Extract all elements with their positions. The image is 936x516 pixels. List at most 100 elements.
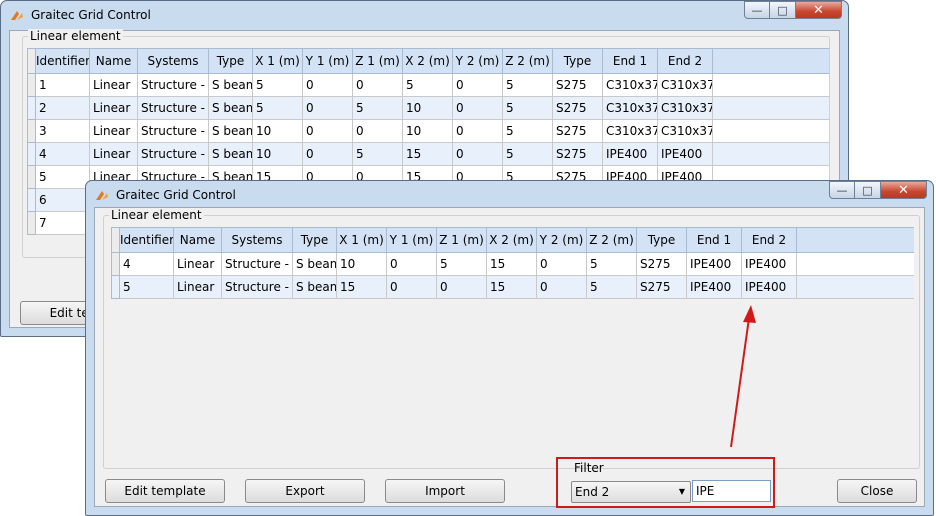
table-cell[interactable]: 0 — [452, 142, 503, 166]
column-header[interactable]: Y 1 (m) — [302, 48, 353, 74]
table-cell[interactable]: IPE400 — [686, 252, 742, 276]
table-cell[interactable]: S275 — [552, 142, 603, 166]
row-header[interactable] — [27, 211, 36, 235]
table-cell[interactable]: Structure - 0 — [221, 275, 293, 299]
close-window-button[interactable]: ✕ — [881, 181, 927, 199]
column-header[interactable]: Z 1 (m) — [352, 48, 403, 74]
table-cell[interactable]: 0 — [352, 119, 403, 143]
table-cell[interactable]: 0 — [352, 73, 403, 97]
column-header[interactable]: Z 2 (m) — [586, 227, 637, 253]
import-button[interactable]: Import — [385, 479, 505, 503]
column-header[interactable]: Type — [292, 227, 337, 253]
table-cell[interactable]: 0 — [386, 275, 437, 299]
table-cell[interactable]: 5 — [35, 165, 90, 189]
maximize-button[interactable]: □ — [770, 1, 796, 19]
table-cell[interactable]: S beam — [208, 73, 253, 97]
table-cell[interactable]: 0 — [452, 119, 503, 143]
table-cell[interactable]: C310x37 — [657, 119, 713, 143]
column-header[interactable]: Type — [636, 227, 687, 253]
column-header[interactable]: Identifier — [119, 227, 174, 253]
column-header[interactable]: Systems — [137, 48, 209, 74]
table-cell[interactable]: 5 — [586, 275, 637, 299]
column-header[interactable]: End 1 — [686, 227, 742, 253]
column-header[interactable]: Y 2 (m) — [452, 48, 503, 74]
column-header[interactable]: X 2 (m) — [486, 227, 537, 253]
column-header[interactable]: Y 1 (m) — [386, 227, 437, 253]
table-row[interactable]: 4LinearStructure - 0S beam10051505S275IP… — [27, 142, 829, 166]
table-cell[interactable]: 5 — [502, 142, 553, 166]
table-cell[interactable]: 15 — [336, 275, 387, 299]
table-cell[interactable]: 0 — [452, 96, 503, 120]
table-cell[interactable]: IPE400 — [741, 252, 797, 276]
column-header[interactable]: Name — [89, 48, 138, 74]
table-cell[interactable]: C310x37 — [602, 119, 658, 143]
table-cell[interactable]: S275 — [636, 275, 687, 299]
table-cell[interactable]: 0 — [452, 73, 503, 97]
column-header[interactable]: Z 2 (m) — [502, 48, 553, 74]
table-cell[interactable]: 7 — [35, 211, 90, 235]
table-cell[interactable]: 5 — [502, 73, 553, 97]
table-cell[interactable]: IPE400 — [657, 142, 713, 166]
column-header[interactable]: Identifier — [35, 48, 90, 74]
table-cell[interactable]: S beam — [208, 119, 253, 143]
edit-template-button[interactable]: Edit template — [105, 479, 225, 503]
table-cell[interactable]: S275 — [552, 119, 603, 143]
table-cell[interactable]: 0 — [536, 275, 587, 299]
table-cell[interactable]: Linear — [173, 275, 222, 299]
table-cell[interactable]: Structure - 0 — [137, 142, 209, 166]
table-cell[interactable]: 0 — [302, 142, 353, 166]
table-cell[interactable]: S275 — [552, 73, 603, 97]
table-cell[interactable]: Linear — [89, 96, 138, 120]
row-header[interactable] — [27, 96, 36, 120]
table-cell[interactable]: Structure - 0 — [137, 73, 209, 97]
table-cell[interactable]: S275 — [636, 252, 687, 276]
table-cell[interactable]: 10 — [336, 252, 387, 276]
column-header[interactable]: X 2 (m) — [402, 48, 453, 74]
maximize-button[interactable]: □ — [855, 181, 881, 199]
table-cell[interactable]: 10 — [252, 142, 303, 166]
table-cell[interactable]: 5 — [252, 73, 303, 97]
table-cell[interactable]: Linear — [89, 142, 138, 166]
column-header[interactable]: Systems — [221, 227, 293, 253]
table-row[interactable]: 5LinearStructure - 0S beam15001505S275IP… — [111, 275, 914, 299]
table-cell[interactable]: S beam — [292, 252, 337, 276]
table-row[interactable]: 1LinearStructure - 0S beam500505S275C310… — [27, 73, 829, 97]
table-cell[interactable]: 0 — [302, 73, 353, 97]
column-header[interactable]: End 2 — [741, 227, 797, 253]
table-cell[interactable]: 0 — [536, 252, 587, 276]
table-row[interactable]: 2LinearStructure - 0S beam5051005S275C31… — [27, 96, 829, 120]
column-header[interactable]: X 1 (m) — [252, 48, 303, 74]
column-header[interactable]: End 1 — [602, 48, 658, 74]
table-cell[interactable]: 0 — [436, 275, 487, 299]
table-cell[interactable]: C310x37 — [657, 73, 713, 97]
table-cell[interactable]: 15 — [402, 142, 453, 166]
table-cell[interactable]: 4 — [35, 142, 90, 166]
table-cell[interactable]: 5 — [252, 96, 303, 120]
row-header[interactable] — [111, 252, 120, 276]
row-header[interactable] — [27, 119, 36, 143]
column-header[interactable]: X 1 (m) — [336, 227, 387, 253]
table-row[interactable]: 3LinearStructure - 0S beam10001005S275C3… — [27, 119, 829, 143]
minimize-button[interactable]: — — [829, 181, 855, 199]
table-cell[interactable]: 5 — [119, 275, 174, 299]
table-cell[interactable]: S beam — [208, 96, 253, 120]
column-header[interactable]: Name — [173, 227, 222, 253]
table-cell[interactable]: 5 — [502, 96, 553, 120]
table-cell[interactable]: 0 — [302, 96, 353, 120]
table-cell[interactable]: C310x37 — [657, 96, 713, 120]
front-titlebar[interactable]: Graitec Grid Control — □ ✕ — [86, 181, 933, 209]
table-cell[interactable]: Structure - 0 — [137, 119, 209, 143]
table-cell[interactable]: 5 — [402, 73, 453, 97]
table-cell[interactable]: 10 — [402, 96, 453, 120]
table-cell[interactable]: IPE400 — [686, 275, 742, 299]
table-cell[interactable]: Linear — [89, 119, 138, 143]
table-cell[interactable]: 5 — [502, 119, 553, 143]
table-cell[interactable]: 4 — [119, 252, 174, 276]
close-button[interactable]: Close — [837, 479, 917, 503]
table-cell[interactable]: 15 — [486, 275, 537, 299]
table-cell[interactable]: 0 — [386, 252, 437, 276]
table-cell[interactable]: IPE400 — [741, 275, 797, 299]
column-header[interactable]: Type — [208, 48, 253, 74]
back-titlebar[interactable]: Graitec Grid Control — □ ✕ — [1, 1, 848, 29]
column-header[interactable]: Z 1 (m) — [436, 227, 487, 253]
